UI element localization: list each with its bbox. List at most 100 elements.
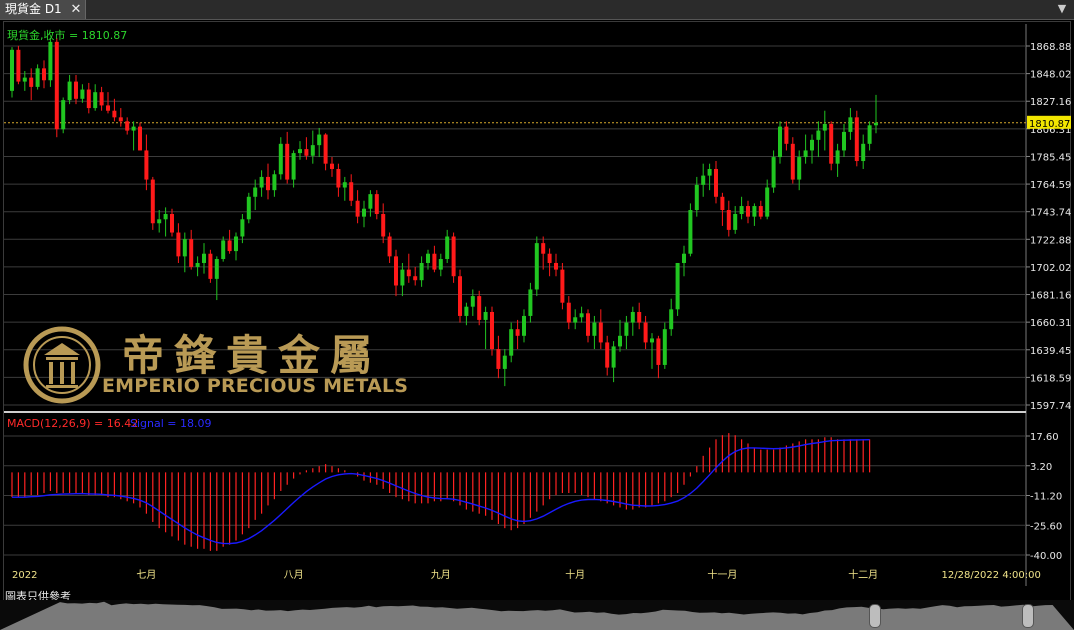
candle-body: [426, 253, 430, 263]
candle-body: [861, 143, 866, 162]
candle-body: [630, 311, 635, 323]
candle-body: [74, 81, 78, 99]
candle-body: [246, 196, 251, 220]
candle-body: [662, 329, 667, 365]
candle-body: [541, 243, 546, 254]
candle-body: [22, 77, 27, 82]
candle-body: [842, 131, 846, 151]
macd-tick-label: 3.20: [1030, 462, 1052, 473]
navigator-left-handle[interactable]: [869, 604, 881, 628]
candle-body: [848, 117, 853, 132]
navigator-right-handle[interactable]: [1022, 604, 1034, 628]
price-tick-label: 1743.74: [1030, 208, 1071, 219]
candle-body: [202, 253, 206, 263]
candle-body: [502, 355, 507, 369]
candle-body: [720, 196, 725, 211]
brand-name-en: EMPERIO PRECIOUS METALS: [102, 375, 409, 397]
candle-body: [822, 123, 827, 131]
candle-body: [477, 296, 482, 320]
candle-body: [304, 149, 309, 156]
candle-body: [61, 100, 66, 130]
candle-body: [874, 122, 878, 126]
candle-body: [592, 322, 597, 336]
macd-tick-label: -11.20: [1030, 492, 1062, 503]
navigator-strip[interactable]: [0, 600, 1074, 630]
candle-body: [483, 311, 488, 320]
candle-body: [515, 329, 520, 336]
candle-body: [170, 213, 174, 233]
candle-body: [234, 236, 238, 252]
candle-body: [490, 311, 494, 350]
candle-body: [758, 206, 763, 217]
candle-body: [419, 262, 424, 281]
candle-body: [534, 243, 539, 290]
gridlines: [4, 24, 1027, 586]
candle-body: [138, 126, 142, 151]
candle-body: [554, 262, 558, 270]
candle-body: [656, 338, 661, 365]
price-tick-label: 1618.59: [1030, 373, 1071, 384]
candle-body: [285, 143, 290, 180]
candle-body: [106, 105, 110, 111]
candle-body: [746, 206, 750, 217]
candle-body: [150, 179, 155, 224]
candle-body: [48, 41, 53, 81]
macd-panel: MACD(12,26,9) = 16.42Signal = 18.09: [7, 417, 871, 551]
candle-body: [803, 150, 808, 158]
price-tick-label: 1827.16: [1030, 97, 1071, 108]
candle-body: [470, 296, 475, 307]
candle-body: [618, 335, 622, 347]
x-tick-label: 十二月: [848, 568, 878, 581]
candle-body: [797, 157, 802, 180]
candle-body: [291, 153, 296, 180]
candle-body: [598, 322, 603, 343]
candle-body: [208, 253, 213, 279]
candle-body: [86, 89, 91, 109]
candle-body: [99, 92, 104, 106]
chart-canvas[interactable]: 現貨金,收市 = 1810.87 MACD(12,26,9) = 16.42Si…: [0, 0, 1074, 630]
price-tick-label: 1785.45: [1030, 152, 1071, 163]
candle-body: [573, 317, 578, 323]
candle-body: [176, 232, 181, 257]
candle-body: [80, 89, 85, 99]
candle-body: [240, 219, 245, 237]
candle-body: [701, 175, 706, 185]
candle-body: [496, 349, 501, 369]
candle-body: [349, 182, 354, 201]
candle-body: [650, 338, 654, 343]
candle-body: [54, 41, 59, 130]
price-tick-label: 1848.02: [1030, 70, 1071, 81]
candle-body: [733, 213, 738, 230]
candle-body: [157, 219, 162, 224]
candle-body: [406, 269, 411, 277]
signal-label: Signal = 18.09: [130, 417, 212, 430]
candle-body: [413, 276, 418, 281]
macd-tick-label: -40.00: [1030, 551, 1062, 562]
candle-body: [163, 213, 168, 220]
candle-body: [547, 253, 552, 263]
candle-body: [739, 206, 744, 214]
candle-body: [605, 342, 610, 368]
x-axis: 2022 七月 八月 九月 十月 十一月 十二月 12/28/2022 4:00:00: [12, 568, 1041, 581]
candle-body: [835, 150, 840, 164]
candle-body: [867, 125, 872, 144]
candle-body: [336, 168, 341, 188]
candle-body: [854, 117, 859, 162]
candle-body: [125, 121, 130, 131]
candle-body: [714, 168, 718, 197]
candle-body: [778, 126, 782, 158]
price-tick-label: 1702.02: [1030, 263, 1071, 274]
current-price-label: 1810.87: [1029, 119, 1070, 130]
candle-body: [688, 210, 693, 254]
candle-body: [330, 163, 334, 169]
candle-body: [342, 182, 347, 188]
candle-body: [272, 174, 277, 191]
candle-body: [131, 126, 136, 131]
x-tick-label: 十一月: [707, 568, 737, 581]
x-tick-label: 九月: [431, 569, 451, 581]
candle-body: [195, 262, 200, 267]
candle-body: [682, 253, 686, 263]
candle-body: [675, 262, 680, 310]
macd-tick-label: 17.60: [1030, 432, 1059, 443]
candle-body: [266, 176, 270, 191]
